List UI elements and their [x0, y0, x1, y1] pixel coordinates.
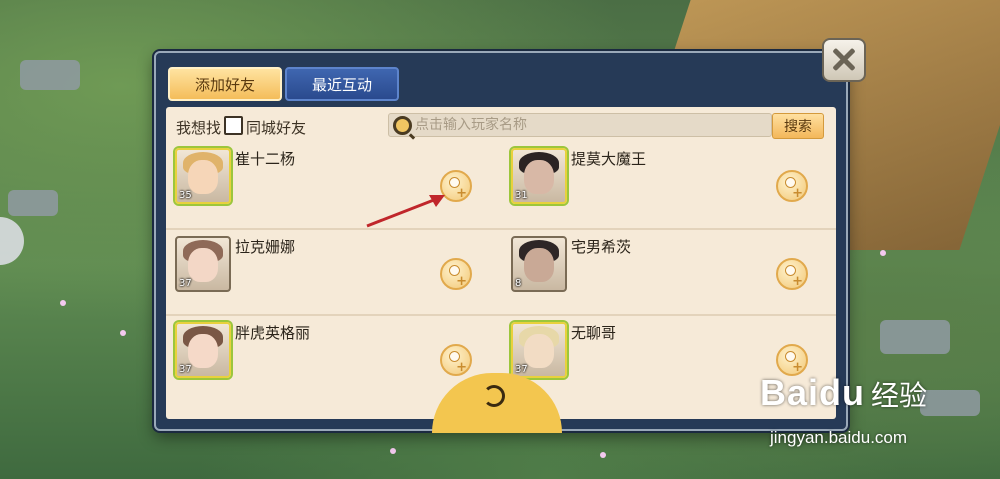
close-icon[interactable] — [822, 38, 866, 82]
search-button[interactable]: 搜索 — [772, 113, 824, 139]
level-badge: 37 — [515, 364, 528, 375]
rock — [880, 320, 950, 354]
avatar: 8 — [511, 236, 567, 292]
watermark-brand-2: du — [819, 372, 866, 413]
friend-name: 无聊哥 — [571, 324, 617, 342]
same-city-checkbox[interactable] — [224, 116, 243, 135]
level-badge: 37 — [179, 278, 192, 289]
friend-card[interactable]: 37 拉克姗娜 — [166, 228, 500, 314]
tab-add-friend[interactable]: 添加好友 — [168, 67, 282, 101]
friend-card[interactable]: 8 宅男希茨 — [502, 228, 836, 314]
search-box — [388, 113, 772, 137]
rock — [8, 190, 58, 216]
tab-recent-interaction[interactable]: 最近互动 — [285, 67, 399, 101]
flower — [880, 250, 886, 256]
friend-card[interactable]: 31 提莫大魔王 — [502, 140, 836, 226]
flower — [600, 452, 606, 458]
avatar-face — [188, 160, 218, 194]
add-friend-icon[interactable] — [776, 170, 808, 202]
level-badge: 8 — [515, 278, 522, 289]
rock — [20, 60, 80, 90]
friend-name: 胖虎英格丽 — [235, 324, 311, 342]
friend-card[interactable]: 37 胖虎英格丽 — [166, 314, 500, 400]
avatar: 35 — [175, 148, 231, 204]
level-badge: 31 — [515, 190, 528, 201]
friend-name: 宅男希茨 — [571, 238, 632, 256]
friend-name: 提莫大魔王 — [571, 150, 647, 168]
baidu-watermark: Baidu 经验 jingyan.baidu.com — [760, 372, 928, 447]
level-badge: 37 — [179, 364, 192, 375]
rock — [920, 390, 980, 416]
avatar: 31 — [511, 148, 567, 204]
avatar-face — [188, 248, 218, 282]
level-badge: 35 — [179, 190, 192, 201]
avatar: 37 — [511, 322, 567, 378]
search-icon — [393, 116, 412, 135]
avatar-face — [524, 160, 554, 194]
add-friend-icon[interactable] — [776, 258, 808, 290]
watermark-cn: 经验 — [871, 379, 928, 412]
watermark-url: jingyan.baidu.com — [770, 428, 908, 447]
avatar-face — [188, 334, 218, 368]
avatar-face — [524, 334, 554, 368]
flower — [390, 448, 396, 454]
flower — [120, 330, 126, 336]
search-input[interactable] — [415, 114, 765, 136]
avatar: 37 — [175, 236, 231, 292]
friend-name: 拉克姗娜 — [235, 238, 296, 256]
find-label: 我想找 — [176, 119, 222, 137]
add-friend-icon[interactable] — [440, 258, 472, 290]
add-friend-icon[interactable] — [440, 344, 472, 376]
friend-name: 崔十二杨 — [235, 150, 296, 168]
watermark-brand: Bai — [760, 372, 820, 413]
avatar: 37 — [175, 322, 231, 378]
flower — [60, 300, 66, 306]
annotation-arrow — [366, 195, 445, 228]
add-friend-panel: 添加好友 最近互动 我想找 同城好友 搜索 35 崔十二杨 — [154, 51, 848, 433]
avatar-face — [524, 248, 554, 282]
same-city-label[interactable]: 同城好友 — [246, 117, 306, 138]
refresh-icon — [483, 385, 505, 407]
